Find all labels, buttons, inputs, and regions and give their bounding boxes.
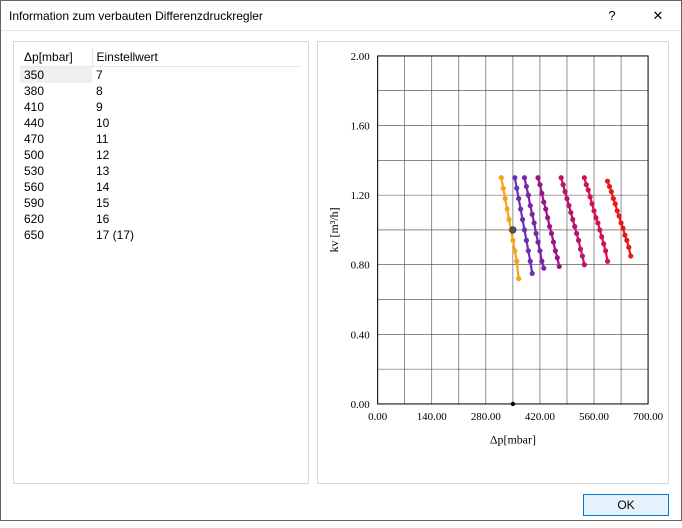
svg-text:1.60: 1.60: [351, 121, 371, 133]
cell-dp: 500: [20, 147, 92, 163]
ok-button[interactable]: OK: [583, 494, 669, 516]
svg-text:2.00: 2.00: [351, 51, 371, 63]
cell-einstellwert: 7: [92, 67, 302, 84]
col-header-dp[interactable]: Δp[mbar]: [20, 48, 92, 67]
svg-text:0.00: 0.00: [368, 411, 388, 423]
svg-text:560.00: 560.00: [579, 411, 610, 423]
help-button[interactable]: ?: [589, 1, 635, 31]
cell-einstellwert: 8: [92, 83, 302, 99]
cell-einstellwert: 16: [92, 211, 302, 227]
table-row[interactable]: 50012: [20, 147, 302, 163]
cell-einstellwert: 9: [92, 99, 302, 115]
table-row[interactable]: 59015: [20, 195, 302, 211]
svg-text:kv [m³/h]: kv [m³/h]: [327, 207, 341, 252]
cell-einstellwert: 11: [92, 131, 302, 147]
cell-dp: 590: [20, 195, 92, 211]
table-panel: Δp[mbar] Einstellwert 350738084109440104…: [13, 41, 309, 484]
cell-einstellwert: 14: [92, 179, 302, 195]
svg-text:0.80: 0.80: [351, 260, 371, 272]
cell-dp: 470: [20, 131, 92, 147]
table-row[interactable]: 62016: [20, 211, 302, 227]
svg-text:0.00: 0.00: [351, 399, 371, 411]
col-header-einstellwert[interactable]: Einstellwert: [92, 48, 302, 67]
table-row[interactable]: 3507: [20, 67, 302, 84]
cell-dp: 410: [20, 99, 92, 115]
table-row[interactable]: 47011: [20, 131, 302, 147]
cell-einstellwert: 10: [92, 115, 302, 131]
table-row[interactable]: 3808: [20, 83, 302, 99]
close-button[interactable]: ✕: [635, 1, 681, 31]
svg-text:1.20: 1.20: [351, 190, 371, 202]
cell-einstellwert: 12: [92, 147, 302, 163]
kv-chart: 0.00 140.00 280.00 420.00 560.00 700.00 0.00 0.…: [320, 44, 666, 481]
svg-text:420.00: 420.00: [525, 411, 556, 423]
table-row[interactable]: 65017 (17): [20, 227, 302, 243]
cell-einstellwert: 17 (17): [92, 227, 302, 243]
table-row[interactable]: 4109: [20, 99, 302, 115]
cell-dp: 530: [20, 163, 92, 179]
cell-einstellwert: 15: [92, 195, 302, 211]
titlebar: Information zum verbauten Differenzdruck…: [1, 1, 681, 31]
cell-dp: 620: [20, 211, 92, 227]
table-row[interactable]: 53013: [20, 163, 302, 179]
close-icon: ✕: [653, 8, 664, 24]
table-row[interactable]: 56014: [20, 179, 302, 195]
svg-text:140.00: 140.00: [417, 411, 448, 423]
svg-text:Δp[mbar]: Δp[mbar]: [490, 433, 536, 447]
cell-dp: 380: [20, 83, 92, 99]
cell-dp: 650: [20, 227, 92, 243]
svg-text:0.40: 0.40: [351, 329, 371, 341]
svg-text:700.00: 700.00: [633, 411, 664, 423]
table-row[interactable]: 44010: [20, 115, 302, 131]
svg-text:280.00: 280.00: [471, 411, 502, 423]
content-area: Δp[mbar] Einstellwert 350738084109440104…: [1, 31, 681, 528]
window-title: Information zum verbauten Differenzdruck…: [9, 9, 589, 23]
cell-dp: 350: [20, 67, 92, 84]
cell-dp: 440: [20, 115, 92, 131]
settings-table[interactable]: Δp[mbar] Einstellwert 350738084109440104…: [20, 48, 302, 243]
chart-panel: 0.00 140.00 280.00 420.00 560.00 700.00 0.00 0.…: [317, 41, 669, 484]
cell-dp: 560: [20, 179, 92, 195]
cell-einstellwert: 13: [92, 163, 302, 179]
